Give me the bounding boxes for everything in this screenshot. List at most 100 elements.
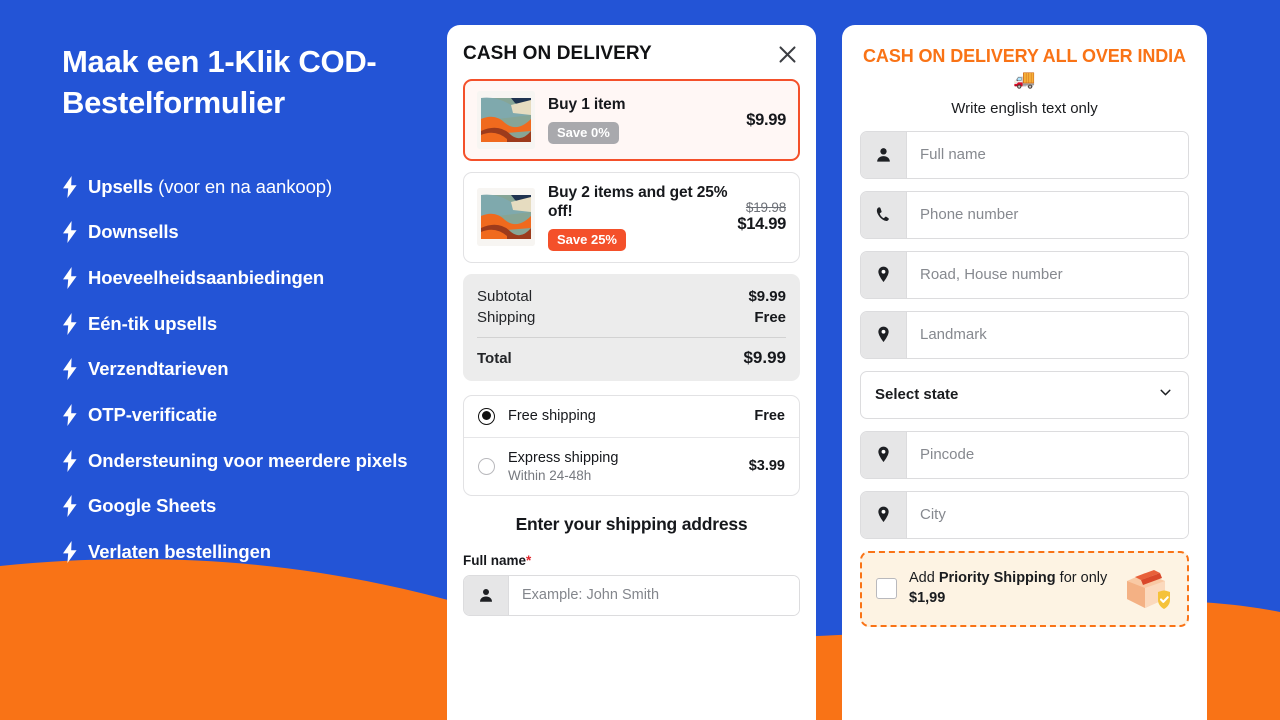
summary-value: Free bbox=[754, 308, 786, 326]
bolt-icon bbox=[63, 221, 77, 244]
priority-shipping-label: Add Priority Shipping for only $1,99 bbox=[909, 570, 1108, 606]
offer-title: Buy 2 items and get 25% off! bbox=[548, 184, 728, 220]
list-item-label: Eén-tik upsells bbox=[88, 312, 218, 334]
shipping-option-price: $3.99 bbox=[748, 458, 785, 475]
bolt-icon bbox=[63, 495, 77, 518]
page-title: Maak een 1-Klik COD-Bestelformulier bbox=[62, 44, 377, 120]
offer-price: $9.99 bbox=[738, 111, 786, 130]
panel-header: CASH ON DELIVERY bbox=[463, 39, 800, 79]
phone-field[interactable]: Phone number bbox=[860, 190, 1189, 239]
status-badge: Save 0% bbox=[548, 121, 619, 144]
shipping-method-group: Free shipping Free Express shipping With… bbox=[463, 394, 800, 496]
location-pin-icon bbox=[861, 251, 907, 298]
shipping-option-label: Express shipping bbox=[508, 449, 619, 466]
shipping-option-express[interactable]: Express shipping Within 24-48h $3.99 bbox=[464, 436, 799, 495]
road-house-field[interactable]: Road, House number bbox=[860, 250, 1189, 299]
offer-option-2[interactable]: Buy 2 items and get 25% off! Save 25% $1… bbox=[463, 172, 800, 263]
bolt-icon bbox=[63, 358, 77, 381]
fullname-field[interactable]: Full name bbox=[860, 130, 1189, 179]
fullname-input[interactable]: Full name bbox=[907, 131, 1188, 178]
list-item: Eén-tik upsells bbox=[62, 311, 447, 338]
city-field[interactable]: City bbox=[860, 490, 1189, 539]
package-shield-icon bbox=[1127, 569, 1170, 609]
summary-label: Total bbox=[477, 349, 512, 367]
list-item: Hoeveelheidsaanbiedingen bbox=[62, 265, 447, 292]
landmark-input[interactable]: Landmark bbox=[907, 311, 1188, 358]
offer-price: $19.98 $14.99 bbox=[729, 200, 786, 234]
priority-shipping-upsell[interactable]: Add Priority Shipping for only $1,99 bbox=[860, 550, 1189, 627]
list-item-label: Google Sheets bbox=[88, 495, 217, 517]
priority-shipping-checkbox[interactable] bbox=[876, 578, 897, 600]
phone-icon bbox=[861, 191, 907, 238]
person-icon bbox=[464, 575, 509, 615]
divider bbox=[477, 336, 786, 338]
person-icon bbox=[861, 131, 907, 178]
fullname-field-label: Full name* bbox=[463, 552, 532, 568]
fullname-input[interactable]: Example: John Smith bbox=[509, 575, 799, 615]
location-pin-icon bbox=[861, 491, 907, 538]
panel-title: CASH ON DELIVERY bbox=[463, 43, 652, 64]
summary-label: Shipping bbox=[477, 308, 536, 326]
promo-column: Maak een 1-Klik COD-Bestelformulier Upse… bbox=[0, 0, 447, 720]
bolt-icon bbox=[63, 403, 77, 426]
list-item-label: Hoeveelheidsaanbiedingen bbox=[88, 267, 325, 289]
summary-row-total: Total $9.99 bbox=[477, 346, 786, 370]
product-image bbox=[477, 188, 535, 247]
list-item: Upsells (voor en na aankoop) bbox=[62, 174, 447, 201]
offer-price-current: $9.99 bbox=[746, 110, 786, 129]
offer-title: Buy 1 item bbox=[548, 96, 626, 114]
promo-feature-list: Upsells (voor en na aankoop) Downsells H… bbox=[62, 174, 447, 566]
list-item-label: Upsells (voor en na aankoop) bbox=[88, 175, 333, 197]
product-image bbox=[477, 91, 535, 149]
form-title: CASH ON DELIVERY ALL OVER INDIA 🚚 bbox=[863, 46, 1186, 90]
list-item: Google Sheets bbox=[62, 493, 447, 520]
order-summary: Subtotal $9.99 Shipping Free Total $9.99 bbox=[463, 273, 800, 381]
bolt-icon bbox=[63, 267, 77, 290]
city-input[interactable]: City bbox=[907, 491, 1188, 538]
list-item: Downsells bbox=[62, 219, 447, 246]
bolt-icon bbox=[63, 540, 77, 563]
offer-option-1[interactable]: Buy 1 item Save 0% $9.99 bbox=[463, 79, 800, 161]
form-subtitle: Write english text only bbox=[951, 99, 1098, 117]
list-item-label: Verlaten bestellingen bbox=[88, 540, 271, 562]
radio-button[interactable] bbox=[478, 407, 495, 425]
list-item-label: Verzendtarieven bbox=[88, 358, 229, 380]
list-item-label: Ondersteuning voor meerdere pixels bbox=[88, 449, 408, 471]
summary-row-shipping: Shipping Free bbox=[477, 307, 786, 328]
close-icon[interactable] bbox=[774, 41, 800, 67]
screen-root: Maak een 1-Klik COD-Bestelformulier Upse… bbox=[0, 0, 1280, 720]
list-item: Verzendtarieven bbox=[62, 356, 447, 383]
list-item-label: OTP-verificatie bbox=[88, 403, 218, 425]
summary-value: $9.99 bbox=[748, 287, 786, 305]
state-select[interactable]: Select state bbox=[860, 370, 1189, 419]
location-pin-icon bbox=[861, 431, 907, 478]
india-cod-form-panel: CASH ON DELIVERY ALL OVER INDIA 🚚 Write … bbox=[842, 25, 1207, 720]
cod-checkout-panel: CASH ON DELIVERY Buy 1 item Save 0% $9.9… bbox=[447, 25, 816, 720]
pincode-field[interactable]: Pincode bbox=[860, 430, 1189, 479]
state-select-value: Select state bbox=[875, 386, 959, 404]
summary-label: Subtotal bbox=[477, 287, 533, 305]
status-badge: Save 25% bbox=[548, 228, 626, 251]
offer-price-original: $19.98 bbox=[745, 200, 786, 216]
list-item: Ondersteuning voor meerdere pixels bbox=[62, 448, 447, 475]
shipping-option-sublabel: Within 24-48h bbox=[508, 467, 592, 483]
shipping-option-price: Free bbox=[754, 408, 785, 425]
fullname-field[interactable]: Example: John Smith bbox=[463, 574, 800, 616]
offer-price-current: $14.99 bbox=[737, 215, 786, 234]
address-section-heading: Enter your shipping address bbox=[515, 513, 748, 534]
shipping-option-free[interactable]: Free shipping Free bbox=[464, 396, 799, 437]
pincode-input[interactable]: Pincode bbox=[907, 431, 1188, 478]
bolt-icon bbox=[63, 449, 77, 472]
location-pin-icon bbox=[861, 311, 907, 358]
list-item: Verlaten bestellingen bbox=[62, 539, 447, 566]
phone-input[interactable]: Phone number bbox=[907, 191, 1188, 238]
shipping-option-label: Free shipping bbox=[508, 408, 596, 425]
chevron-down-icon bbox=[1157, 384, 1174, 406]
bolt-icon bbox=[63, 312, 77, 335]
landmark-field[interactable]: Landmark bbox=[860, 310, 1189, 359]
summary-row-subtotal: Subtotal $9.99 bbox=[477, 286, 786, 307]
road-house-input[interactable]: Road, House number bbox=[907, 251, 1188, 298]
summary-value: $9.99 bbox=[743, 347, 786, 367]
radio-button[interactable] bbox=[478, 457, 495, 475]
bolt-icon bbox=[63, 175, 77, 198]
